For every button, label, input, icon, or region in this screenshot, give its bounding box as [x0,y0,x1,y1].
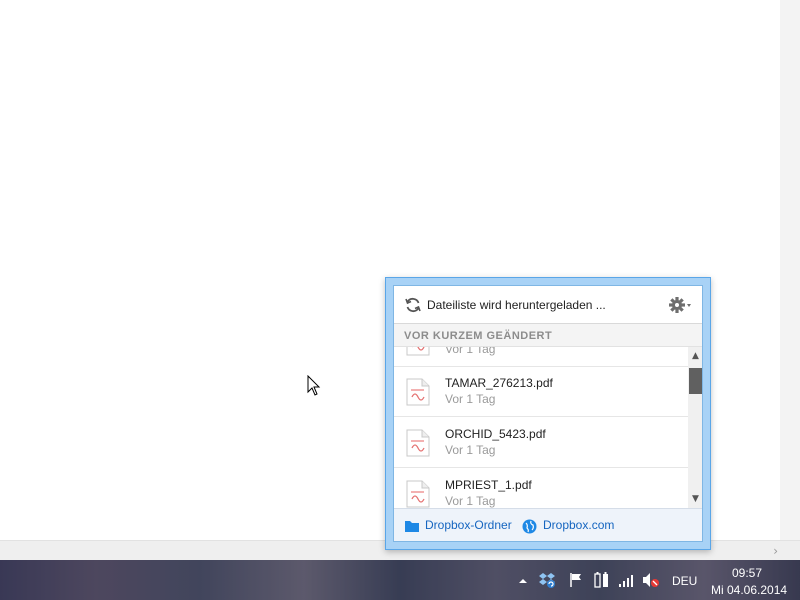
file-modified-date: Vor 1 Tag [445,347,496,356]
pdf-file-icon [406,480,430,508]
dropbox-folder-link-label: Dropbox-Ordner [425,518,512,532]
file-list-item[interactable]: TAMAR_276213.pdf Vor 1 Tag [394,367,688,417]
battery-power-icon[interactable] [594,571,610,591]
file-name: MPRIEST_1.pdf [445,478,532,492]
recent-files-list[interactable]: Vor 1 Tag TAMAR_276213.pdf Vor 1 Tag ORC… [394,347,688,508]
file-list-item[interactable]: MPRIEST_1.pdf Vor 1 Tag [394,469,688,508]
dropbox-notification-popup: Dateiliste wird heruntergeladen ... VOR … [385,277,711,550]
recently-changed-label: VOR KURZEM GEÄNDERT [394,324,702,347]
clock-date[interactable]: Mi 04.06.2014 [711,583,787,597]
file-modified-date: Vor 1 Tag [445,443,496,457]
dropbox-website-link-label: Dropbox.com [543,518,615,532]
scroll-down-arrow-icon[interactable]: ▼ [688,492,702,506]
settings-gear-button[interactable] [668,294,694,316]
mouse-cursor-icon [307,374,321,402]
clock-time[interactable]: 09:57 [732,566,762,580]
file-modified-date: Vor 1 Tag [445,494,496,508]
scroll-right-arrow-icon[interactable]: › [773,544,778,558]
file-list-scrollbar[interactable]: ▲ ▼ [688,347,702,508]
system-tray: DEU 09:57 Mi 04.06.2014 [500,560,800,600]
folder-icon [405,521,419,532]
status-header: Dateiliste wird heruntergeladen ... [394,286,702,324]
pdf-file-icon [406,378,430,406]
dropbox-panel: Dateiliste wird heruntergeladen ... VOR … [393,285,703,542]
taskbar: DEU 09:57 Mi 04.06.2014 [0,560,800,600]
pdf-file-icon [406,429,430,457]
globe-icon [522,519,537,534]
pdf-file-icon [406,347,430,356]
file-modified-date: Vor 1 Tag [445,392,496,406]
file-name: TAMAR_276213.pdf [445,376,553,390]
window-vertical-scrollbar[interactable] [780,0,800,540]
scrollbar-thumb[interactable] [689,368,702,394]
file-name: ORCHID_5423.pdf [445,427,546,441]
file-list-item[interactable]: ORCHID_5423.pdf Vor 1 Tag [394,418,688,468]
network-signal-icon[interactable] [618,574,634,594]
popup-footer: Dropbox-Ordner Dropbox.com [394,508,702,541]
file-list-item[interactable]: Vor 1 Tag [394,347,688,367]
status-text: Dateiliste wird heruntergeladen ... [427,298,606,312]
dropbox-sync-icon[interactable] [538,571,556,591]
action-center-flag-icon[interactable] [568,572,584,592]
sync-icon [404,296,422,314]
input-language-indicator[interactable]: DEU [672,574,697,588]
volume-muted-icon[interactable] [642,572,660,592]
show-hidden-icons-chevron-icon[interactable] [518,573,528,593]
scroll-up-arrow-icon[interactable]: ▲ [688,349,702,363]
